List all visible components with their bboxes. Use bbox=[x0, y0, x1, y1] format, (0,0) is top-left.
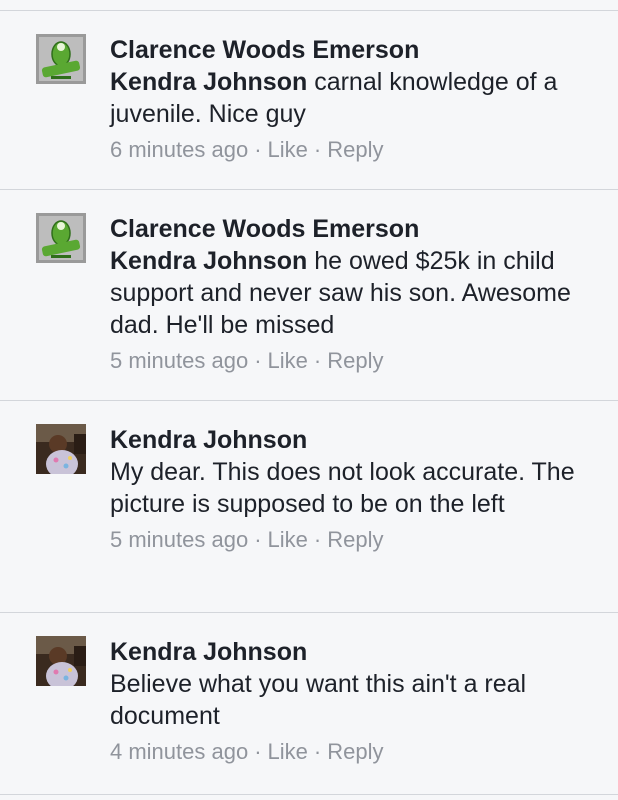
like-button[interactable]: Like bbox=[268, 137, 308, 162]
divider bbox=[0, 612, 618, 613]
separator-dot: · bbox=[313, 527, 322, 552]
comment-meta: 5 minutes ago · Like · Reply bbox=[110, 347, 610, 375]
turtle-logo-avatar[interactable] bbox=[36, 34, 86, 84]
comment-message: Believe what you want this ain't a real … bbox=[110, 670, 527, 730]
comment-author[interactable]: Clarence Woods Emerson bbox=[110, 34, 610, 66]
reply-button[interactable]: Reply bbox=[327, 527, 383, 552]
separator-dot: · bbox=[313, 348, 322, 373]
child-photo-avatar[interactable] bbox=[36, 636, 86, 686]
like-button[interactable]: Like bbox=[268, 527, 308, 552]
child-photo-avatar[interactable] bbox=[36, 424, 86, 474]
separator-dot: · bbox=[254, 527, 262, 552]
separator-dot: · bbox=[254, 137, 262, 162]
separator-dot: · bbox=[254, 739, 262, 764]
comment-timestamp[interactable]: 4 minutes ago bbox=[110, 739, 248, 764]
comment-author[interactable]: Kendra Johnson bbox=[110, 424, 610, 456]
comment-timestamp[interactable]: 5 minutes ago bbox=[110, 527, 248, 552]
comment-thread: Clarence Woods Emerson Kendra Johnson ca… bbox=[0, 0, 618, 800]
comment-author[interactable]: Clarence Woods Emerson bbox=[110, 213, 610, 245]
reply-button[interactable]: Reply bbox=[327, 739, 383, 764]
comment-timestamp[interactable]: 6 minutes ago bbox=[110, 137, 248, 162]
comment-meta: 4 minutes ago · Like · Reply bbox=[110, 738, 610, 766]
separator-dot: · bbox=[254, 348, 262, 373]
comment-author[interactable]: Kendra Johnson bbox=[110, 636, 610, 668]
divider bbox=[0, 189, 618, 190]
comment-message: My dear. This does not look accurate. Th… bbox=[110, 458, 575, 518]
mention-link[interactable]: Kendra Johnson bbox=[110, 247, 307, 275]
separator-dot: · bbox=[313, 739, 322, 764]
comment-meta: 6 minutes ago · Like · Reply bbox=[110, 136, 610, 164]
comment-timestamp[interactable]: 5 minutes ago bbox=[110, 348, 248, 373]
comment-meta: 5 minutes ago · Like · Reply bbox=[110, 526, 610, 554]
mention-link[interactable]: Kendra Johnson bbox=[110, 68, 307, 96]
like-button[interactable]: Like bbox=[268, 739, 308, 764]
divider bbox=[0, 400, 618, 401]
reply-button[interactable]: Reply bbox=[327, 348, 383, 373]
separator-dot: · bbox=[313, 137, 322, 162]
comment-text: Kendra Johnson carnal knowledge of a juv… bbox=[110, 68, 557, 128]
comment-text: Kendra Johnson he owed $25k in child sup… bbox=[110, 247, 571, 339]
like-button[interactable]: Like bbox=[268, 348, 308, 373]
reply-button[interactable]: Reply bbox=[327, 137, 383, 162]
divider bbox=[0, 794, 618, 795]
divider bbox=[0, 10, 618, 11]
turtle-logo-avatar[interactable] bbox=[36, 213, 86, 263]
